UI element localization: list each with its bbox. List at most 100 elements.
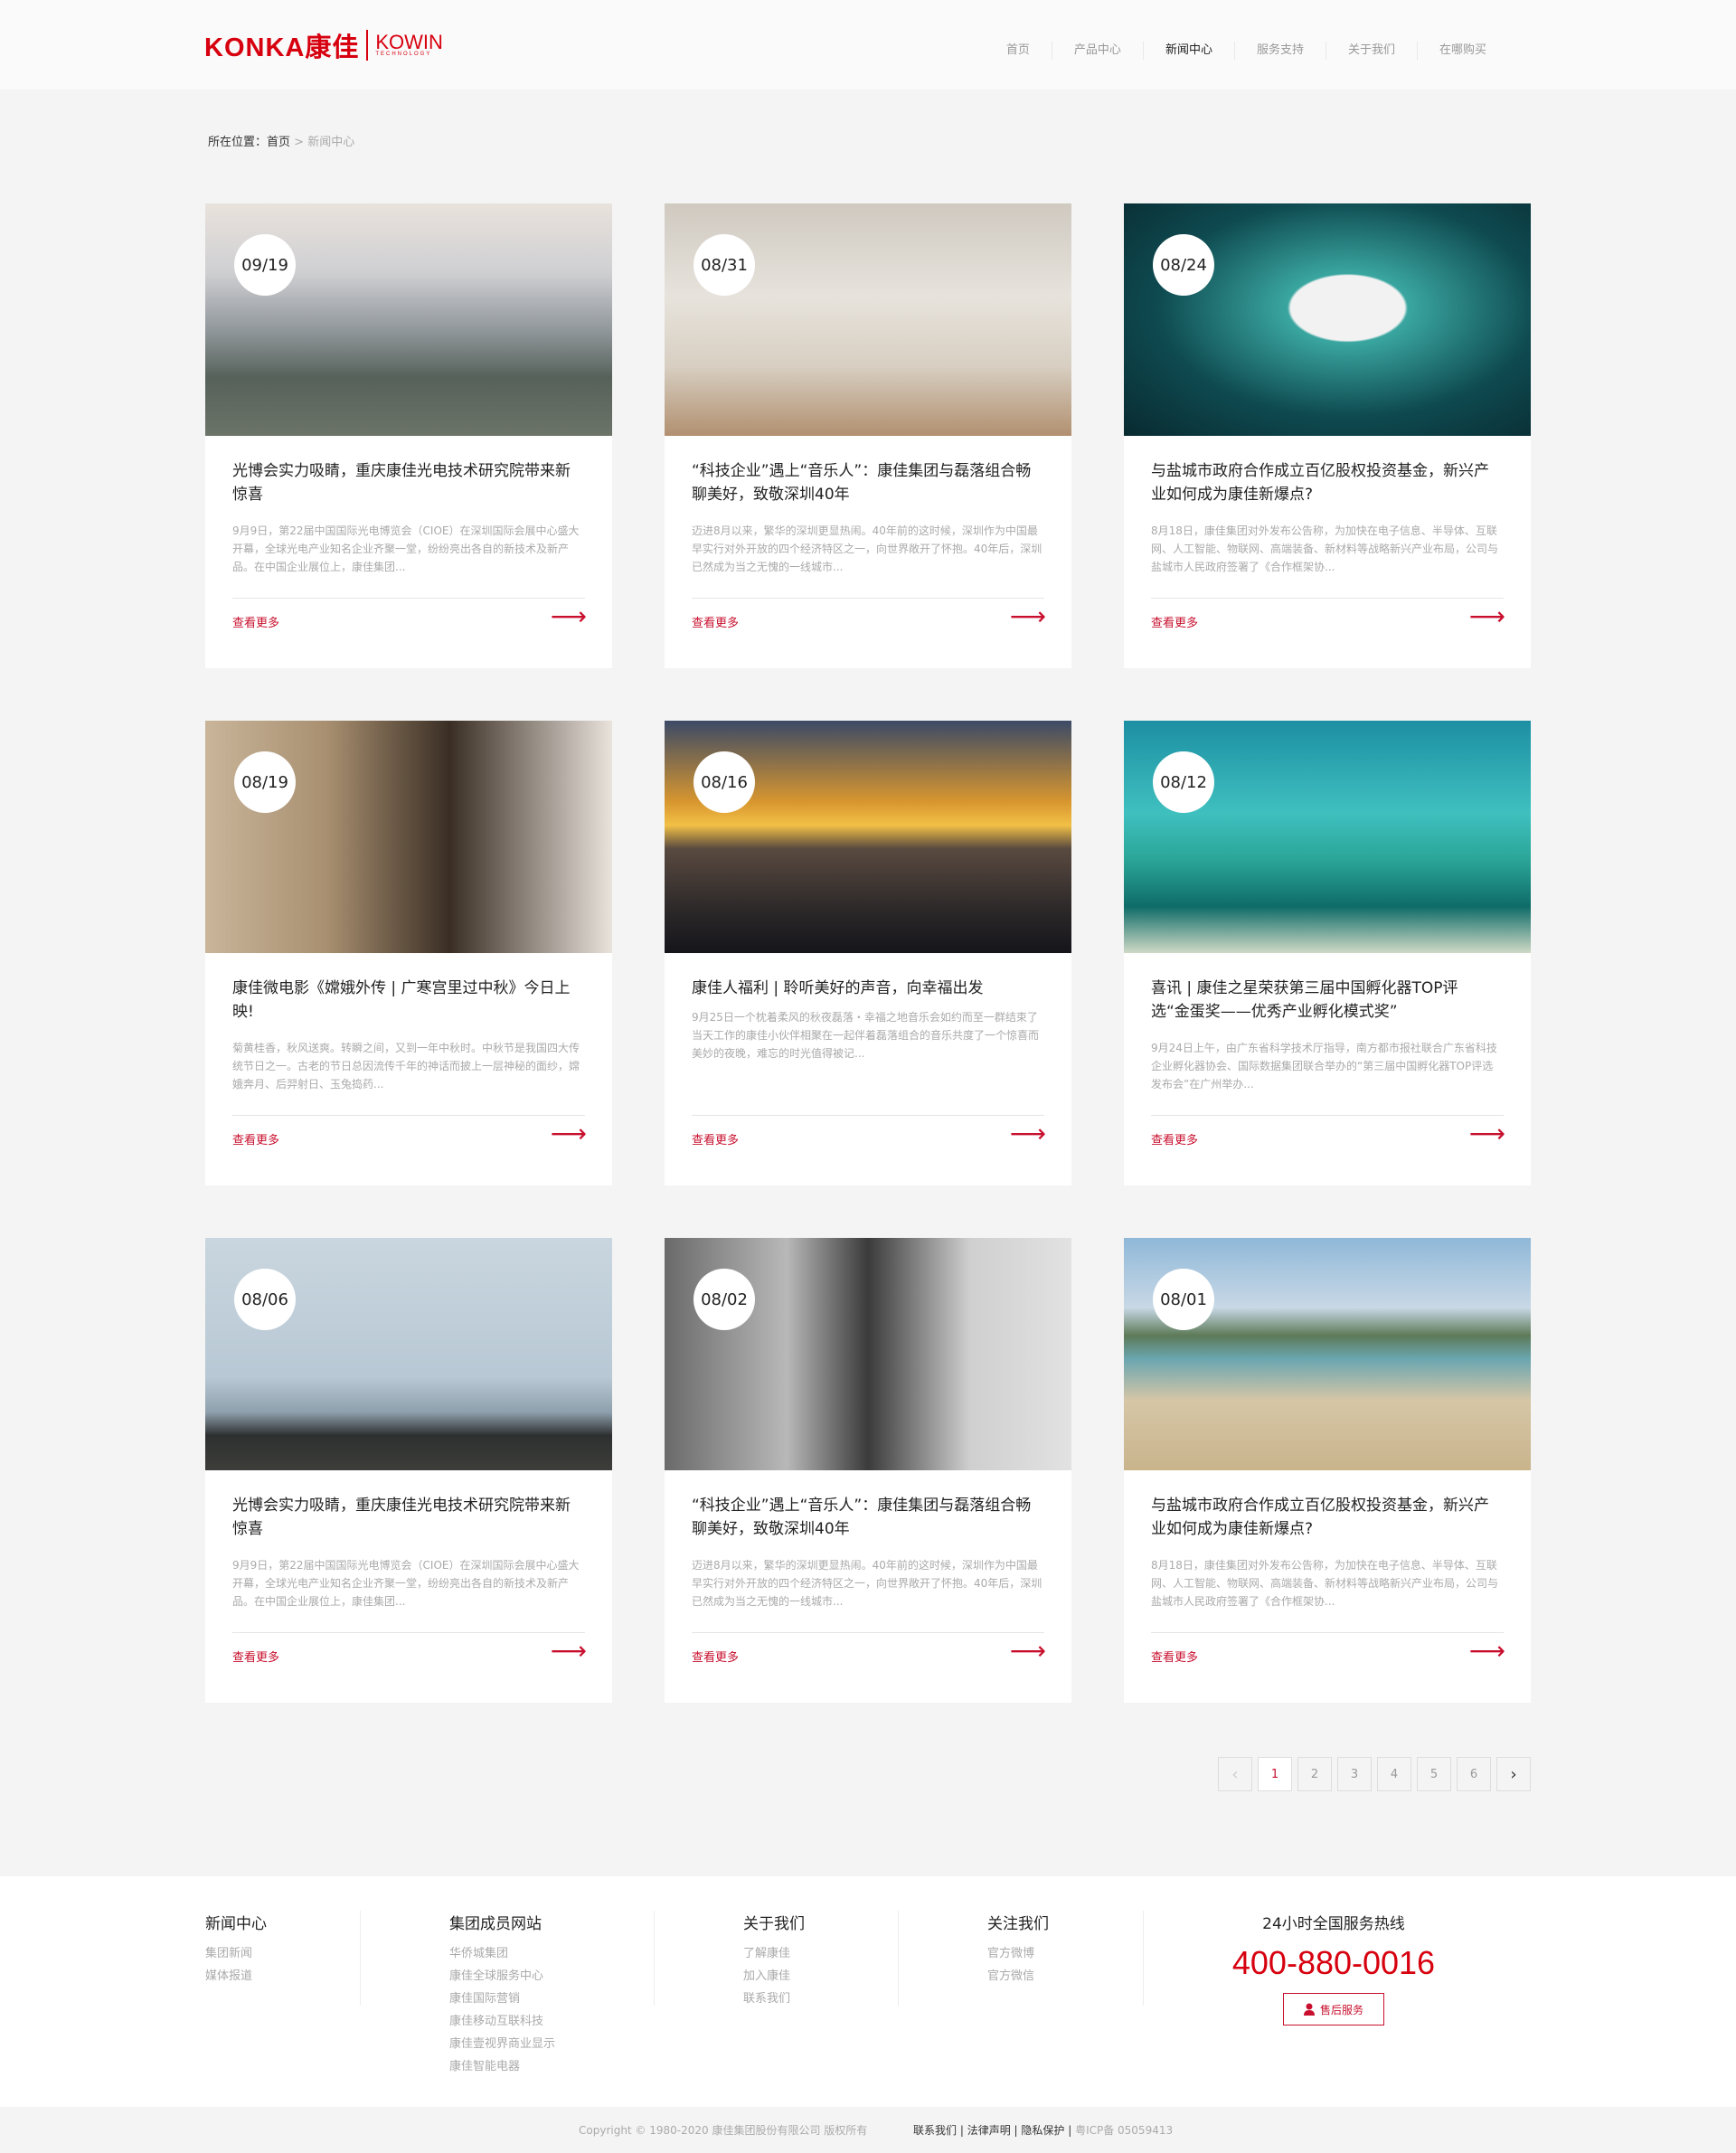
breadcrumb-sep: > — [294, 136, 305, 149]
read-more-link[interactable]: 查看更多 — [232, 1130, 279, 1147]
footer-bottom-link[interactable]: 联系我们 — [913, 2124, 957, 2137]
footer-link[interactable]: 媒体报道 — [205, 1965, 267, 1988]
page-button[interactable]: 6 — [1457, 1757, 1491, 1791]
arrow-right-icon[interactable]: ⟶ — [1469, 1636, 1505, 1666]
divider — [692, 1115, 1044, 1116]
news-card[interactable]: 08/06 光博会实力吸睛，重庆康佳光电技术研究院带来新惊喜 9月9日，第22届中… — [205, 1238, 612, 1703]
footer-bottom-link[interactable]: 隐私保护 — [1021, 2124, 1064, 2137]
prev-page-button[interactable]: ‹ — [1218, 1757, 1252, 1791]
arrow-right-icon[interactable]: ⟶ — [1010, 1636, 1046, 1666]
next-page-button[interactable]: › — [1496, 1757, 1531, 1791]
read-more-link[interactable]: 查看更多 — [232, 1648, 279, 1665]
news-title[interactable]: 与盐城市政府合作成立百亿股权投资基金，新兴产业如何成为康佳新爆点? — [1151, 459, 1495, 506]
news-title[interactable]: 光博会实力吸睛，重庆康佳光电技术研究院带来新惊喜 — [232, 1494, 576, 1541]
footer-bottom-link[interactable]: 法律声明 — [967, 2124, 1011, 2137]
logo-divider — [366, 30, 369, 61]
read-more-link[interactable]: 查看更多 — [1151, 1130, 1198, 1147]
page-button[interactable]: 1 — [1258, 1757, 1292, 1791]
nav-item[interactable]: 在哪购买 — [1416, 42, 1508, 60]
footer-link[interactable]: 加入康佳 — [743, 1965, 805, 1988]
footer-link[interactable]: 康佳移动互联科技 — [449, 2010, 555, 2033]
nav-item[interactable]: 新闻中心 — [1142, 42, 1234, 60]
news-image[interactable]: 08/01 — [1124, 1238, 1531, 1470]
news-image[interactable]: 08/19 — [205, 721, 612, 953]
footer-link[interactable]: 联系我们 — [743, 1988, 805, 2010]
footer-link[interactable]: 官方微信 — [987, 1965, 1049, 1988]
footer-link[interactable]: 康佳壹视界商业显示 — [449, 2033, 555, 2055]
news-title[interactable]: 康佳微电影《嫦娥外传 | 广寒宫里过中秋》今日上映! — [232, 977, 576, 1024]
nav-item[interactable]: 关于我们 — [1325, 42, 1417, 60]
news-card[interactable]: 09/19 光博会实力吸睛，重庆康佳光电技术研究院带来新惊喜 9月9日，第22届中… — [205, 203, 612, 668]
news-title[interactable]: “科技企业”遇上“音乐人”：康佳集团与磊落组合畅聊美好，致敬深圳40年 — [692, 1494, 1035, 1541]
arrow-right-icon[interactable]: ⟶ — [1469, 601, 1505, 631]
footer-column-title: 集团成员网站 — [449, 1915, 542, 1933]
news-image[interactable]: 08/06 — [205, 1238, 612, 1470]
page-button[interactable]: 3 — [1337, 1757, 1372, 1791]
arrow-right-icon[interactable]: ⟶ — [1010, 1119, 1046, 1148]
news-title[interactable]: “科技企业”遇上“音乐人”：康佳集团与磊落组合畅聊美好，致敬深圳40年 — [692, 459, 1035, 506]
read-more-link[interactable]: 查看更多 — [692, 1648, 739, 1665]
divider — [232, 1115, 585, 1116]
news-image[interactable]: 08/12 — [1124, 721, 1531, 953]
news-image[interactable]: 08/31 — [665, 203, 1071, 436]
footer-link[interactable]: 康佳全球服务中心 — [449, 1965, 555, 1988]
nav-item[interactable]: 首页 — [985, 42, 1052, 60]
arrow-right-icon[interactable]: ⟶ — [551, 1636, 587, 1666]
hotline-block: 24小时全国服务热线 400-880-0016 售后服务 — [1230, 1911, 1438, 2026]
news-excerpt: 9月9日，第22届中国国际光电博览会（CIOE）在深圳国际会展中心盛大开幕，全球… — [232, 1559, 580, 1608]
news-card[interactable]: 08/24 与盐城市政府合作成立百亿股权投资基金，新兴产业如何成为康佳新爆点? 8月… — [1124, 203, 1531, 668]
date-badge: 08/24 — [1153, 234, 1214, 296]
date-badge: 08/31 — [693, 234, 755, 296]
footer-column: 新闻中心 集团新闻 媒体报道 — [205, 1911, 267, 1988]
news-title[interactable]: 光博会实力吸睛，重庆康佳光电技术研究院带来新惊喜 — [232, 459, 576, 506]
read-more-link[interactable]: 查看更多 — [1151, 1648, 1198, 1665]
news-card[interactable]: 08/19 康佳微电影《嫦娥外传 | 广寒宫里过中秋》今日上映! 菊黄桂香，秋风送爽… — [205, 721, 612, 1185]
after-sales-button[interactable]: 售后服务 — [1283, 1993, 1384, 2026]
breadcrumb-home[interactable]: 首页 — [267, 136, 290, 149]
news-excerpt: 8月18日，康佳集团对外发布公告称，为加快在电子信息、半导体、互联网、人工智能、… — [1151, 1559, 1499, 1608]
read-more-link[interactable]: 查看更多 — [232, 613, 279, 630]
arrow-right-icon[interactable]: ⟶ — [551, 601, 587, 631]
news-title[interactable]: 与盐城市政府合作成立百亿股权投资基金，新兴产业如何成为康佳新爆点? — [1151, 1494, 1495, 1541]
nav-item[interactable]: 服务支持 — [1233, 42, 1326, 60]
page-button[interactable]: 4 — [1377, 1757, 1411, 1791]
news-grid: 09/19 光博会实力吸睛，重庆康佳光电技术研究院带来新惊喜 9月9日，第22届中… — [205, 203, 1531, 1703]
divider — [692, 598, 1044, 599]
arrow-right-icon[interactable]: ⟶ — [1010, 601, 1046, 631]
news-card[interactable]: 08/02 “科技企业”遇上“音乐人”：康佳集团与磊落组合畅聊美好，致敬深圳40年… — [665, 1238, 1071, 1703]
news-title[interactable]: 康佳人福利 | 聆听美好的声音，向幸福出发 — [692, 977, 1035, 1000]
copyright: Copyright © 1980-2020 康佳集团股份有限公司 版权所有 — [579, 2124, 868, 2137]
konka-logo[interactable]: KONKA康佳 KOWIN TECHNOLOGY — [204, 27, 443, 63]
news-image[interactable]: 08/16 — [665, 721, 1071, 953]
footer-link[interactable]: 集团新闻 — [205, 1942, 267, 1965]
news-card[interactable]: 08/01 与盐城市政府合作成立百亿股权投资基金，新兴产业如何成为康佳新爆点? 8月… — [1124, 1238, 1531, 1703]
logo-text: KONKA康佳 — [204, 33, 360, 62]
footer-link[interactable]: 官方微博 — [987, 1942, 1049, 1965]
footer-link[interactable]: 康佳国际营销 — [449, 1988, 555, 2010]
page-button[interactable]: 5 — [1417, 1757, 1451, 1791]
read-more-link[interactable]: 查看更多 — [1151, 613, 1198, 630]
news-excerpt: 菊黄桂香，秋风送爽。转瞬之间，又到一年中秋时。中秋节是我国四大传统节日之一。古老… — [232, 1042, 580, 1091]
news-title[interactable]: 喜讯 | 康佳之星荣获第三届中国孵化器TOP评选“金蛋奖——优秀产业孵化模式奖” — [1151, 977, 1495, 1024]
news-image[interactable]: 08/24 — [1124, 203, 1531, 436]
footer-link[interactable]: 康佳智能电器 — [449, 2055, 555, 2078]
news-card[interactable]: 08/12 喜讯 | 康佳之星荣获第三届中国孵化器TOP评选“金蛋奖——优秀产业孵… — [1124, 721, 1531, 1185]
arrow-right-icon[interactable]: ⟶ — [1469, 1119, 1505, 1148]
news-image[interactable]: 08/02 — [665, 1238, 1071, 1470]
read-more-link[interactable]: 查看更多 — [692, 613, 739, 630]
arrow-right-icon[interactable]: ⟶ — [551, 1119, 587, 1148]
nav-item[interactable]: 产品中心 — [1051, 42, 1143, 60]
news-card[interactable]: 08/16 康佳人福利 | 聆听美好的声音，向幸福出发 9月25日一个枕着柔风的秋夜… — [665, 721, 1071, 1185]
main-nav: 首页 产品中心 新闻中心 服务支持 关于我们 在哪购买 — [985, 42, 1508, 60]
news-card[interactable]: 08/31 “科技企业”遇上“音乐人”：康佳集团与磊落组合畅聊美好，致敬深圳40年… — [665, 203, 1071, 668]
date-badge: 08/01 — [1153, 1269, 1214, 1330]
footer-link[interactable]: 了解康佳 — [743, 1942, 805, 1965]
divider — [1151, 1115, 1504, 1116]
footer-link[interactable]: 华侨城集团 — [449, 1942, 555, 1965]
footer-column: 关注我们 官方微博 官方微信 — [987, 1911, 1049, 1988]
news-image[interactable]: 09/19 — [205, 203, 612, 436]
footer: 新闻中心 集团新闻 媒体报道 集团成员网站华侨城集团 康佳全球服务中心 康佳国际营销 康佳移… — [0, 1876, 1736, 2107]
news-excerpt: 迈进8月以来，繁华的深圳更显热闹。40年前的这时候，深圳作为中国最早实行对外开放… — [692, 524, 1043, 573]
read-more-link[interactable]: 查看更多 — [692, 1130, 739, 1147]
page-button[interactable]: 2 — [1297, 1757, 1332, 1791]
